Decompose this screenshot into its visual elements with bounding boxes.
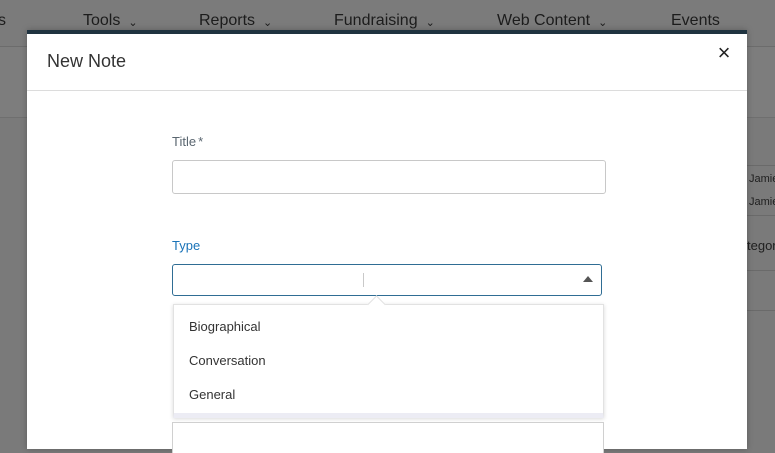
option-conversation[interactable]: Conversation bbox=[189, 353, 266, 368]
dropdown-pointer bbox=[367, 295, 386, 314]
chevron-down-icon: ⌄ bbox=[128, 16, 138, 29]
type-field-label: Type bbox=[172, 238, 201, 253]
caret-up-icon[interactable] bbox=[583, 276, 593, 282]
nav-item-label: Events bbox=[671, 12, 720, 29]
nav-item-tools[interactable]: Tools ⌄ bbox=[83, 12, 138, 30]
divider bbox=[747, 270, 775, 271]
nav-item-label: Reports bbox=[199, 12, 256, 29]
dialog-title: New Note bbox=[47, 51, 127, 71]
title-field-label: Title * bbox=[172, 134, 203, 149]
divider bbox=[747, 310, 775, 311]
option-biographical[interactable]: Biographical bbox=[189, 319, 261, 334]
chevron-down-icon: ⌄ bbox=[263, 16, 273, 29]
divider bbox=[747, 215, 775, 216]
background-panel: Jamie Jamie tegor bbox=[747, 118, 775, 445]
nav-item-events[interactable]: Events bbox=[671, 12, 720, 30]
background-text: tegor bbox=[747, 238, 775, 253]
nav-item-reports[interactable]: Reports ⌄ bbox=[199, 12, 272, 30]
background-text: Jamie bbox=[749, 173, 775, 185]
type-dropdown-menu: Biographical Conversation General bbox=[173, 295, 604, 418]
required-marker: * bbox=[198, 134, 204, 149]
nav-item-partial[interactable]: s bbox=[0, 12, 6, 30]
title-label-text: Title bbox=[172, 134, 197, 149]
divider bbox=[747, 165, 775, 166]
background-text: Jamie bbox=[749, 196, 775, 208]
dialog-header: New Note × bbox=[27, 34, 747, 91]
chevron-down-icon: ⌄ bbox=[425, 16, 435, 29]
type-select[interactable] bbox=[172, 264, 602, 296]
chevron-down-icon: ⌄ bbox=[598, 16, 608, 29]
nav-item-fundraising[interactable]: Fundraising ⌄ bbox=[334, 12, 435, 30]
nav-item-label: Web Content bbox=[497, 12, 591, 29]
text-cursor bbox=[363, 273, 364, 287]
nav-item-web-content[interactable]: Web Content ⌄ bbox=[497, 12, 607, 30]
nav-item-partial-label: s bbox=[0, 12, 6, 29]
title-input[interactable] bbox=[172, 160, 606, 194]
option-general[interactable]: General bbox=[189, 387, 235, 402]
text-area[interactable] bbox=[172, 422, 604, 453]
nav-item-label: Fundraising bbox=[334, 12, 418, 29]
new-note-dialog: New Note × Title * Type Biographical Conv… bbox=[27, 30, 747, 453]
close-button[interactable]: × bbox=[713, 42, 735, 64]
nav-item-label: Tools bbox=[83, 12, 121, 29]
